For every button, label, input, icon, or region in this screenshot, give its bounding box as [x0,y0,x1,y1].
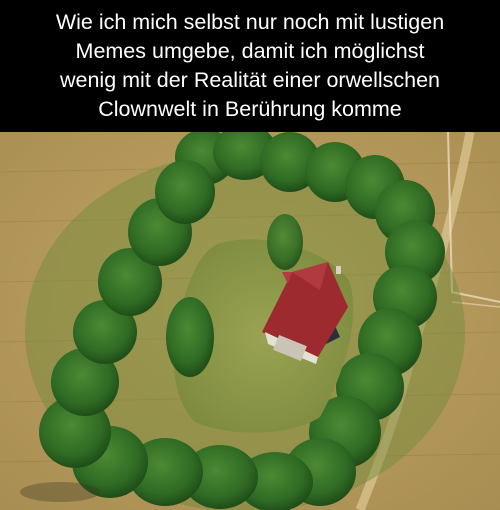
meme-caption: Wie ich mich selbst nur noch mit lustige… [55,10,445,121]
caption-bar: Wie ich mich selbst nur noch mit lustige… [0,0,500,132]
tree-shadow [20,482,100,502]
meme-container: Wie ich mich selbst nur noch mit lustige… [0,0,500,510]
aerial-photo [0,132,500,510]
inner-tree-icon [166,297,214,377]
